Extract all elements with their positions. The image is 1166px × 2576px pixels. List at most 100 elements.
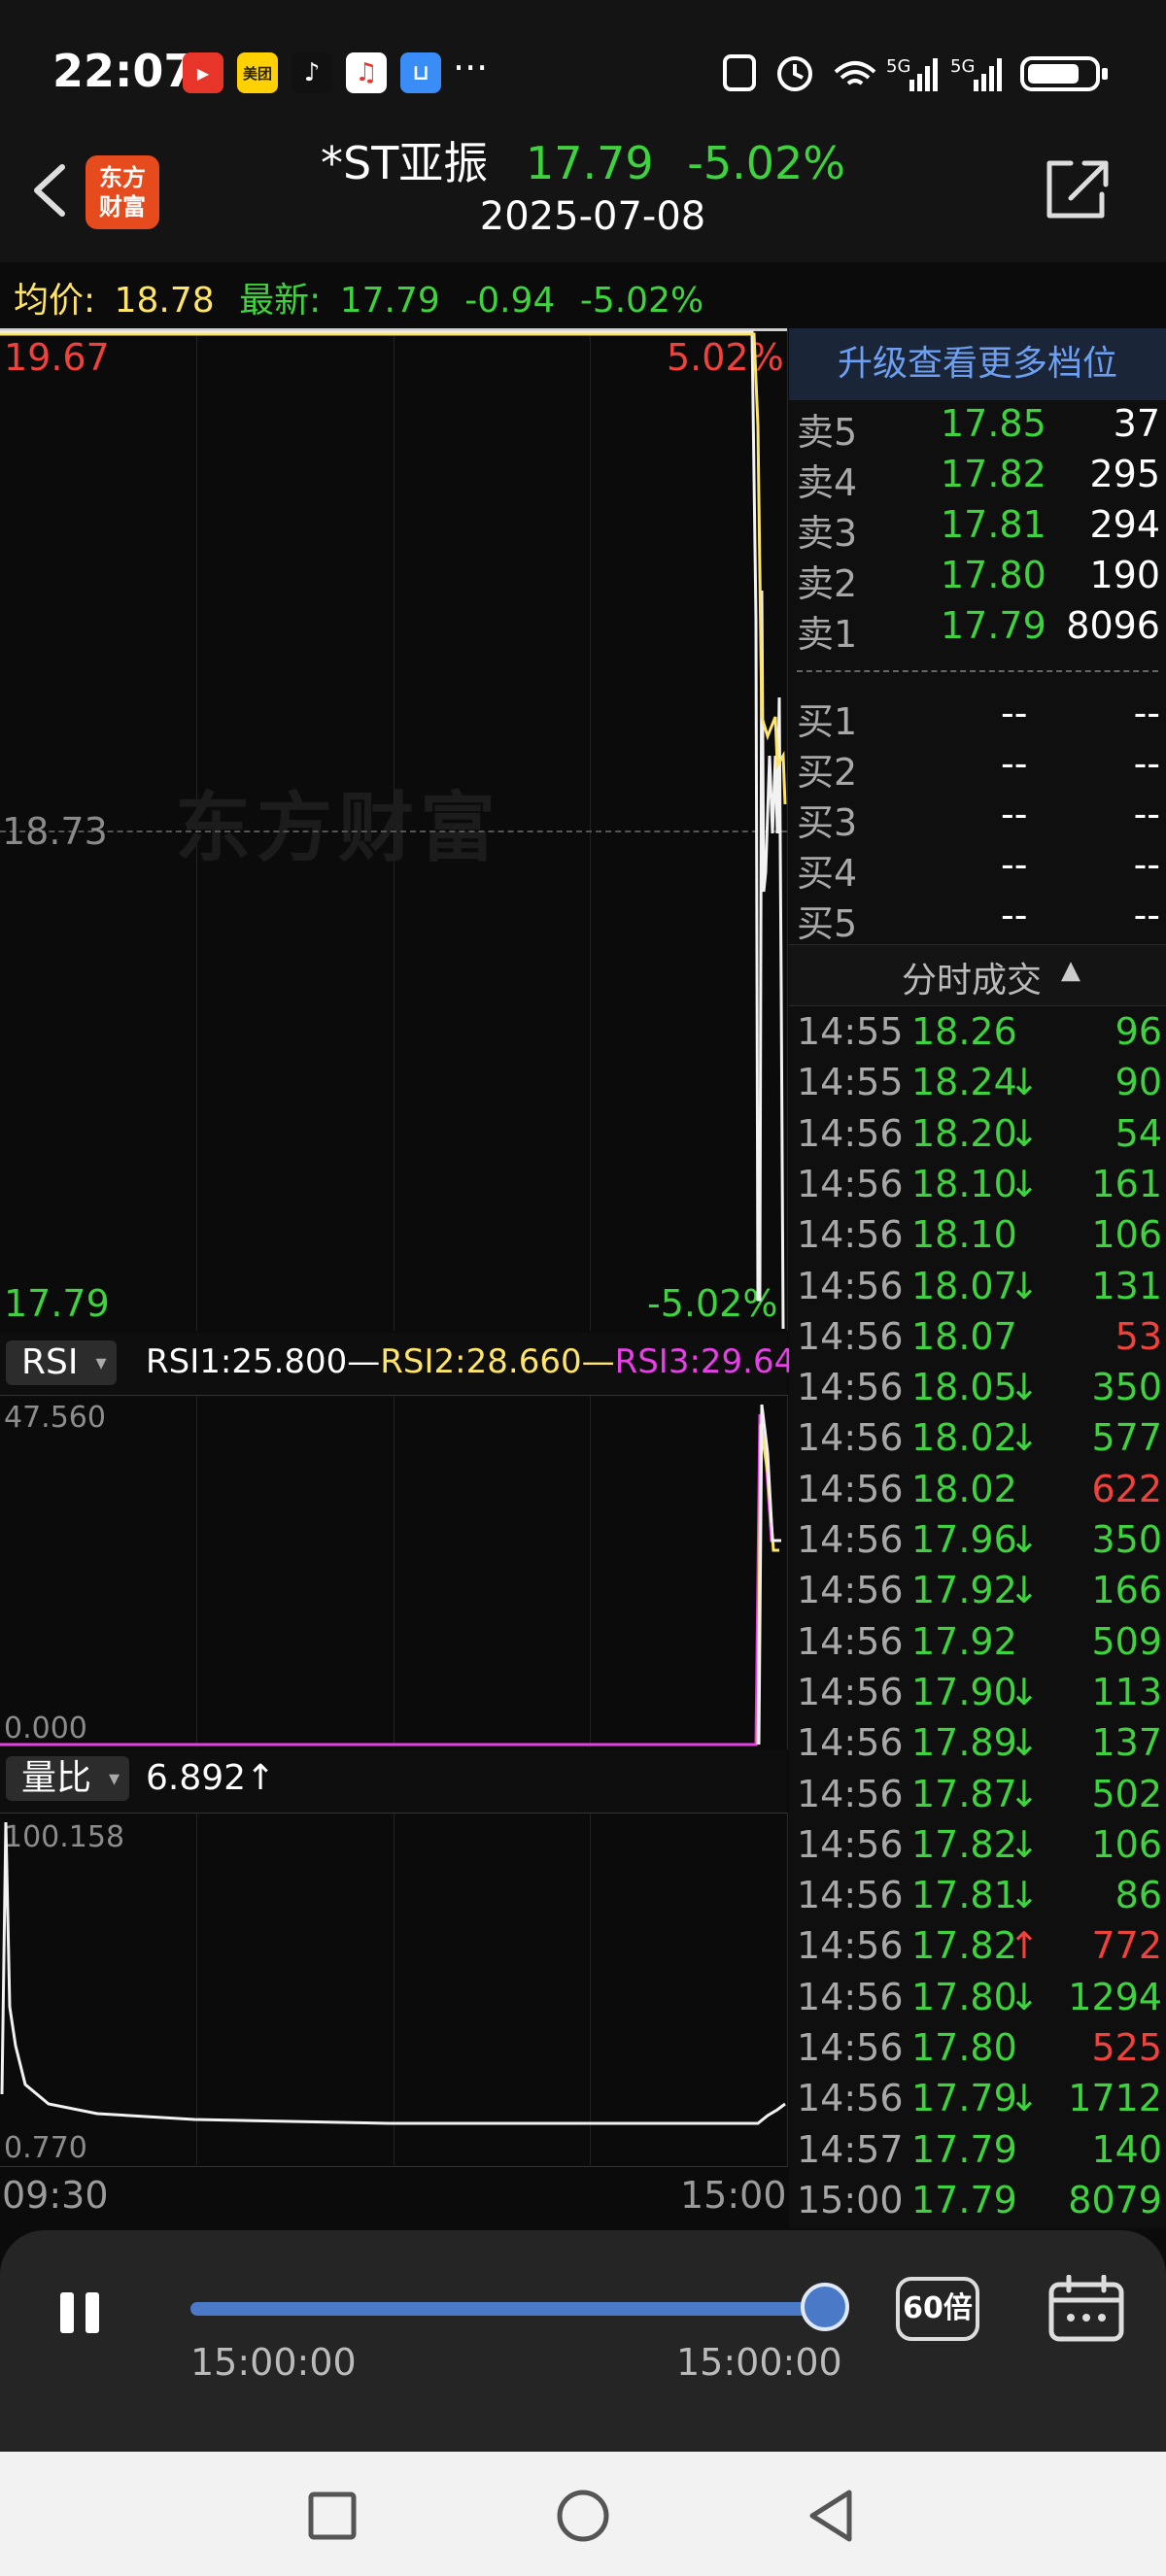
rsi2-value: RSI2:28.660: [380, 1342, 582, 1381]
trade-row: 14:56 17.92 509: [797, 1620, 1162, 1671]
trade-price: 18.10: [911, 1213, 1017, 1257]
trade-row: 14:56 18.05 ↓ 350: [797, 1366, 1162, 1416]
trade-time: 14:57: [797, 2127, 904, 2171]
volume-ratio-selector[interactable]: 量比: [6, 1756, 130, 1801]
bid-price: --: [1001, 894, 1028, 936]
trade-time: 14:56: [797, 1619, 904, 1663]
playback-speed-button[interactable]: 60倍: [896, 2277, 979, 2341]
price-line: [0, 330, 785, 1330]
sort-up-icon: ▲: [1061, 956, 1080, 985]
ask-row[interactable]: 卖2 17.80 190: [797, 554, 1160, 605]
recent-apps-icon[interactable]: [307, 2491, 358, 2541]
ask-row[interactable]: 卖3 17.81 294: [797, 503, 1160, 555]
trade-price: 17.92: [911, 1619, 1017, 1663]
trade-time: 14:56: [797, 1111, 904, 1155]
trade-price: 18.07: [911, 1314, 1017, 1358]
tiktok-icon: ♪: [292, 52, 332, 93]
avg-price-line: [0, 332, 787, 805]
bid-row[interactable]: 买2 -- --: [797, 742, 1160, 794]
bid-row[interactable]: 买4 -- --: [797, 843, 1160, 895]
trade-direction: ↑: [1009, 1924, 1040, 1968]
playback-progress-knob[interactable]: [801, 2283, 849, 2331]
time-axis: [0, 2166, 787, 2229]
trade-price: 18.02: [911, 1467, 1017, 1510]
trade-time: 14:56: [797, 1467, 904, 1510]
trade-volume: 622: [1091, 1467, 1162, 1510]
rsi3-value: RSI3:29.640: [614, 1342, 816, 1381]
trade-row: 14:56 18.20 ↓ 54: [797, 1112, 1162, 1163]
trade-row: 15:00 17.79 8079: [797, 2179, 1162, 2229]
trade-time: 14:56: [797, 1822, 904, 1866]
trade-row: 14:56 17.90 ↓ 113: [797, 1671, 1162, 1721]
trade-volume: 509: [1091, 1619, 1162, 1663]
latest-label: 最新:: [239, 281, 322, 321]
bid-row[interactable]: 买5 -- --: [797, 894, 1160, 945]
ask-row[interactable]: 卖1 17.79 8096: [797, 604, 1160, 656]
trade-volume: 54: [1115, 1111, 1162, 1155]
calendar-icon[interactable]: [1047, 2275, 1125, 2343]
trade-row: 14:56 17.87 ↓ 502: [797, 1773, 1162, 1823]
trade-price: 17.82: [911, 1822, 1017, 1866]
trade-time: 14:56: [797, 1518, 904, 1561]
ask-row[interactable]: 卖5 17.85 37: [797, 402, 1160, 454]
upgrade-more-levels-button[interactable]: 升级查看更多档位: [789, 328, 1166, 400]
trade-price: 17.87: [911, 1772, 1017, 1815]
trade-time: 14:56: [797, 2077, 904, 2120]
back-nav-icon[interactable]: [806, 2489, 855, 2543]
bid-row[interactable]: 买3 -- --: [797, 793, 1160, 844]
bid-price: --: [1001, 843, 1028, 886]
trade-time: 14:56: [797, 1772, 904, 1815]
ask-row[interactable]: 卖4 17.82 295: [797, 453, 1160, 504]
ask-volume: 295: [1089, 453, 1160, 495]
pause-icon[interactable]: [56, 2290, 105, 2335]
trade-time: 14:56: [797, 1924, 904, 1968]
app-store-icon: ⊔: [400, 52, 441, 93]
price-line-svg: [0, 330, 787, 1330]
avg-value: 18.78: [114, 281, 215, 321]
trade-price: 17.80: [911, 2026, 1017, 2069]
status-time: 22:07: [52, 45, 195, 97]
ask-label: 卖5: [797, 411, 858, 454]
trade-time: 14:56: [797, 1975, 904, 2018]
home-icon[interactable]: [556, 2489, 610, 2543]
trade-time: 14:56: [797, 1264, 904, 1307]
trade-direction: ↓: [1009, 1569, 1040, 1612]
trade-time: 14:56: [797, 1874, 904, 1917]
rsi1-line: [757, 1404, 781, 1746]
trade-volume: 772: [1091, 1924, 1162, 1968]
trade-volume: 140: [1091, 2127, 1162, 2171]
trade-direction: ↓: [1009, 1721, 1040, 1765]
trade-volume: 1712: [1068, 2077, 1162, 2120]
ask-price: 17.82: [941, 453, 1046, 495]
time-end-label: 15:00: [680, 2174, 787, 2217]
stock-title: *ST亚振 17.79 -5.02%: [0, 128, 1166, 192]
playback-progress-track[interactable]: [190, 2302, 826, 2316]
share-icon[interactable]: [1042, 155, 1115, 223]
ask-volume: 190: [1089, 554, 1160, 596]
trade-price: 17.81: [911, 1874, 1017, 1917]
trade-volume: 86: [1115, 1874, 1162, 1917]
trade-volume: 350: [1091, 1518, 1162, 1561]
bid-label: 买1: [797, 700, 858, 743]
ask-price: 17.85: [941, 402, 1046, 445]
rsi-selector[interactable]: RSI: [6, 1340, 117, 1385]
trade-row: 14:56 17.80 ↓ 1294: [797, 1976, 1162, 2026]
bid-price: --: [1001, 742, 1028, 785]
bid-volume: --: [1133, 894, 1160, 936]
trade-time: 15:00: [797, 2178, 904, 2221]
trade-price: 17.82: [911, 1924, 1017, 1968]
trade-price: 18.10: [911, 1162, 1017, 1205]
trade-direction: ↓: [1009, 1874, 1040, 1917]
trade-price: 17.92: [911, 1569, 1017, 1612]
trade-row: 14:56 17.79 ↓ 1712: [797, 2077, 1162, 2127]
trade-direction: ↓: [1009, 1366, 1040, 1409]
bid-row[interactable]: 买1 -- --: [797, 692, 1160, 743]
trade-time: 14:56: [797, 1213, 904, 1257]
volume-ratio-svg: [0, 1821, 786, 2125]
trade-direction: ↓: [1009, 1670, 1040, 1713]
volume-ratio-line: [0, 1821, 786, 2125]
ask-label: 卖4: [797, 461, 858, 504]
trade-row: 14:56 18.10 ↓ 161: [797, 1163, 1162, 1213]
trade-price: 17.79: [911, 2127, 1017, 2171]
trade-time: 14:56: [797, 1721, 904, 1765]
